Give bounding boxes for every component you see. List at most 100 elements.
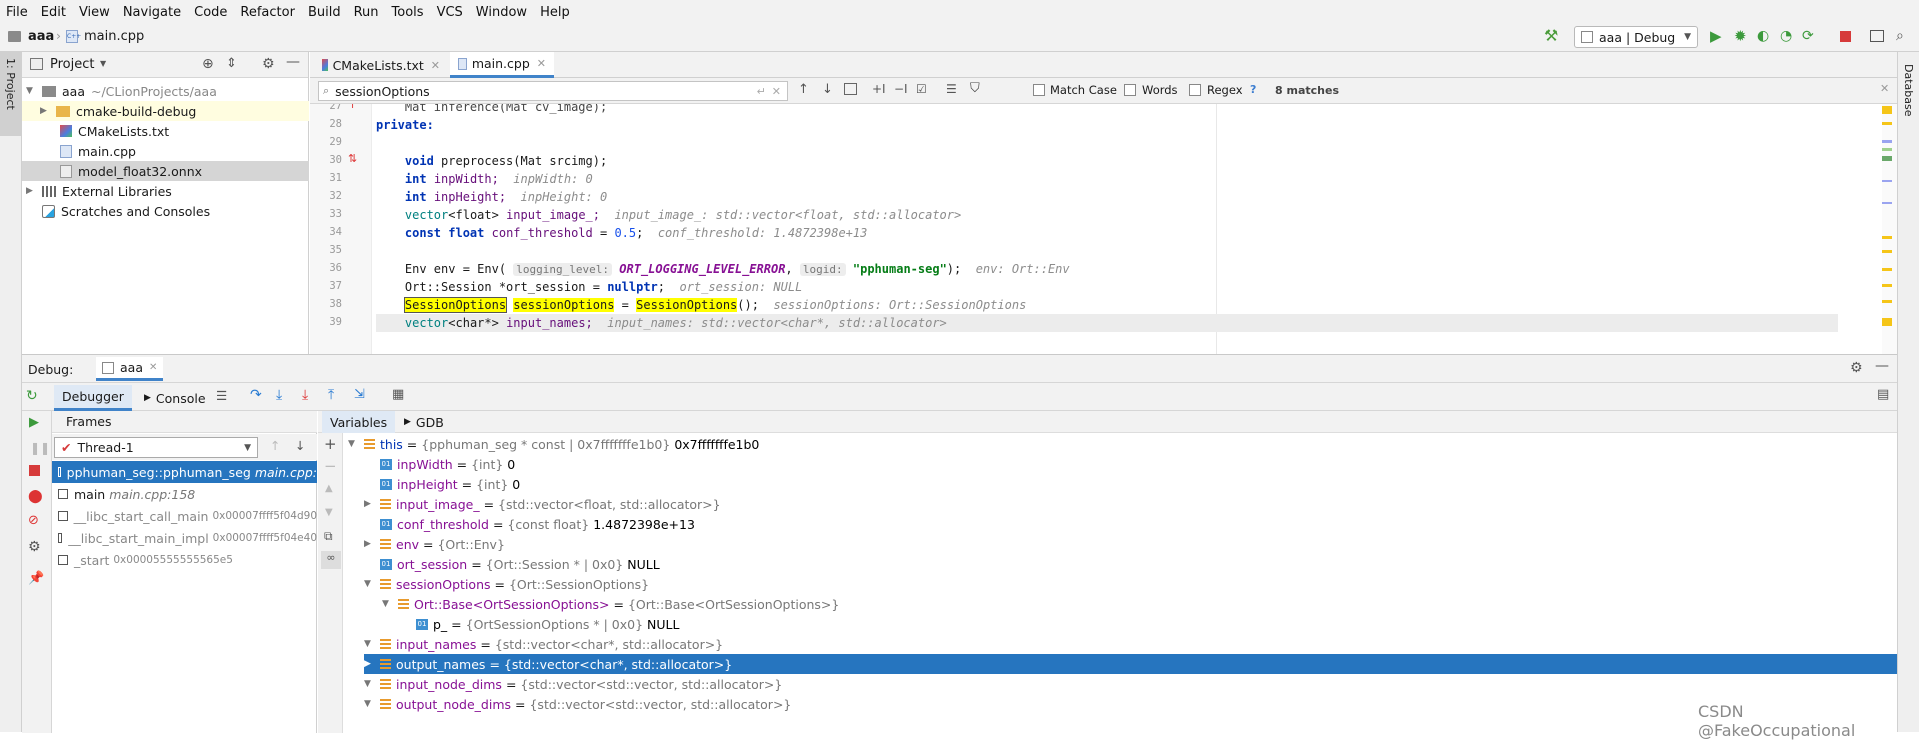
search-icon[interactable]: ⌕ bbox=[1896, 28, 1904, 44]
tab-main-cpp[interactable]: main.cpp ✕ bbox=[450, 52, 554, 78]
variable-row[interactable]: 01 inpHeight = {int} 0 bbox=[364, 474, 520, 494]
search-input[interactable]: ⌕ sessionOptions ↵ ✕ bbox=[318, 81, 788, 101]
close-icon[interactable]: ✕ bbox=[149, 362, 157, 373]
tree-item-model-onnx[interactable]: model_float32.onnx bbox=[22, 161, 309, 181]
minimize-icon[interactable]: — bbox=[1875, 358, 1889, 374]
warning-marker[interactable] bbox=[1882, 250, 1892, 253]
next-occurrence-icon[interactable]: ↓ bbox=[822, 82, 833, 97]
debug-session-tab[interactable]: aaa ✕ bbox=[96, 357, 164, 381]
warning-marker[interactable] bbox=[1882, 284, 1892, 287]
pause-icon[interactable]: ❚❚ bbox=[30, 441, 50, 455]
regex-checkbox[interactable] bbox=[1189, 84, 1201, 96]
variable-row[interactable]: 01 ort_session = {Ort::Session * | 0x0} … bbox=[364, 554, 660, 574]
variable-row[interactable]: ▼ sessionOptions = {Ort::SessionOptions} bbox=[364, 574, 649, 594]
menu-navigate[interactable]: Navigate bbox=[117, 5, 188, 20]
code-editor[interactable]: 27 28 29 30 31 32 33 34 35 36 37 38 39 ↑… bbox=[310, 104, 1897, 380]
menu-code[interactable]: Code bbox=[188, 5, 234, 20]
select-all-occurrences-icon[interactable] bbox=[844, 83, 857, 95]
debug-bug-icon[interactable]: ✹ bbox=[1734, 27, 1747, 45]
override-arrow-icon[interactable]: ↑ bbox=[348, 104, 357, 111]
match-case-checkbox[interactable] bbox=[1033, 84, 1045, 96]
close-icon[interactable]: ✕ bbox=[1880, 82, 1889, 95]
variable-row[interactable]: 01 conf_threshold = {const float} 1.4872… bbox=[364, 514, 695, 534]
override-arrow-icon[interactable]: ⇅ bbox=[348, 152, 357, 165]
previous-occurrence-icon[interactable]: ↑ bbox=[798, 82, 809, 97]
variable-row[interactable]: ▼ this = {pphuman_seg * const | 0x7fffff… bbox=[348, 434, 759, 454]
newline-icon[interactable]: ↵ bbox=[757, 85, 766, 98]
move-down-icon[interactable]: ▼ bbox=[325, 507, 333, 518]
add-watch-icon[interactable]: + bbox=[324, 435, 337, 453]
step-over-icon[interactable]: ↷ bbox=[250, 387, 262, 403]
gear-icon[interactable]: ⚙ bbox=[262, 56, 275, 72]
variable-row[interactable]: ▼ output_node_dims = {std::vector<std::v… bbox=[364, 694, 791, 714]
remove-occurrence-icon[interactable]: −I bbox=[894, 82, 908, 96]
menu-help[interactable]: Help bbox=[534, 5, 577, 20]
menu-run[interactable]: Run bbox=[348, 5, 386, 20]
force-step-into-icon[interactable]: ⤓ bbox=[302, 387, 308, 403]
tab-gdb[interactable]: ▶ GDB bbox=[404, 411, 444, 433]
filter-lines-icon[interactable]: ☰ bbox=[946, 82, 957, 96]
variable-row[interactable]: ▼ Ort::Base<OrtSessionOptions> = {Ort::B… bbox=[382, 594, 839, 614]
collapse-all-icon[interactable]: ⇕ bbox=[226, 56, 237, 71]
warning-marker[interactable] bbox=[1882, 106, 1892, 114]
warning-marker[interactable] bbox=[1882, 122, 1892, 125]
frame-row[interactable]: pphuman_seg::pphuman_seg main.cpp: bbox=[52, 461, 317, 483]
filter-icon[interactable]: ⛉ bbox=[970, 81, 980, 96]
words-checkbox[interactable] bbox=[1124, 84, 1136, 96]
database-tool-tab[interactable]: Database bbox=[1902, 64, 1915, 117]
variable-row[interactable]: ▼ input_names = {std::vector<char*, std:… bbox=[364, 634, 723, 654]
warning-marker[interactable] bbox=[1882, 318, 1892, 326]
warning-marker[interactable] bbox=[1882, 236, 1892, 239]
pin-icon[interactable]: 📌 bbox=[28, 571, 44, 586]
thread-selector[interactable]: ✔ Thread-1 ▼ bbox=[54, 437, 258, 458]
close-icon[interactable]: ✕ bbox=[537, 57, 546, 70]
copy-icon[interactable]: ⧉ bbox=[324, 529, 333, 544]
tree-item-cmake-build-debug[interactable]: ▶ cmake-build-debug bbox=[22, 101, 309, 121]
step-out-icon[interactable]: ⤒ bbox=[328, 387, 334, 403]
marker[interactable] bbox=[1882, 202, 1892, 204]
tab-cmakelists[interactable]: CMakeLists.txt ✕ bbox=[314, 52, 448, 78]
chevron-down-icon[interactable]: ▼ bbox=[100, 59, 106, 68]
clear-icon[interactable]: ✕ bbox=[772, 85, 781, 98]
frame-row[interactable]: _start 0x00005555555565e5 bbox=[52, 549, 317, 571]
stop-icon[interactable] bbox=[29, 465, 40, 476]
marker[interactable] bbox=[1882, 180, 1892, 182]
menu-build[interactable]: Build bbox=[302, 5, 348, 20]
error-stripe[interactable] bbox=[1882, 104, 1897, 380]
run-to-cursor-icon[interactable]: ⇲ bbox=[354, 387, 365, 402]
variable-row[interactable]: ▼ input_node_dims = {std::vector<std::ve… bbox=[364, 674, 782, 694]
glasses-icon[interactable]: ∞ bbox=[321, 551, 341, 569]
variable-row-selected[interactable]: ▶ output_names = {std::vector<char*, std… bbox=[364, 654, 1897, 674]
view-breakpoints-icon[interactable]: ⬤ bbox=[28, 489, 43, 504]
step-into-icon[interactable]: ⤓ bbox=[276, 387, 282, 403]
nav-project[interactable]: aaa bbox=[28, 29, 54, 44]
previous-frame-icon[interactable]: ↑ bbox=[270, 438, 280, 453]
tree-item-cmakelists[interactable]: CMakeLists.txt bbox=[22, 121, 309, 141]
build-hammer-icon[interactable]: ⚒ bbox=[1544, 26, 1558, 45]
tab-debugger[interactable]: Debugger bbox=[54, 385, 132, 411]
layout-icon[interactable]: ▤ bbox=[1877, 387, 1889, 402]
menu-window[interactable]: Window bbox=[470, 5, 534, 20]
menu-edit[interactable]: Edit bbox=[35, 5, 73, 20]
frame-row[interactable]: __libc_start_main_impl 0x00007ffff5f04e4… bbox=[52, 527, 317, 549]
locate-icon[interactable]: ⊕ bbox=[202, 56, 214, 72]
marker[interactable] bbox=[1882, 140, 1892, 143]
gear-icon[interactable]: ⚙ bbox=[1850, 360, 1863, 376]
variable-row[interactable]: 01 inpWidth = {int} 0 bbox=[364, 454, 515, 474]
tree-item-external-libraries[interactable]: ▶ External Libraries bbox=[22, 181, 309, 201]
menu-file[interactable]: File bbox=[0, 5, 35, 20]
add-occurrence-icon[interactable]: +I bbox=[872, 82, 886, 96]
tab-variables[interactable]: Variables bbox=[322, 411, 396, 433]
warning-marker[interactable] bbox=[1882, 268, 1892, 271]
run-config-selector[interactable]: aaa | Debug ▼ bbox=[1574, 26, 1698, 48]
mute-breakpoints-icon[interactable]: ⊘ bbox=[28, 513, 39, 528]
coverage-icon[interactable]: ◐ bbox=[1757, 28, 1769, 44]
frame-row[interactable]: main main.cpp:158 bbox=[52, 483, 317, 505]
variable-row[interactable]: ▶ env = {Ort::Env} bbox=[364, 534, 505, 554]
layout-icon[interactable] bbox=[1870, 30, 1884, 42]
next-frame-icon[interactable]: ↓ bbox=[295, 438, 305, 453]
attach-icon[interactable]: ⟳ bbox=[1802, 28, 1814, 44]
settings-icon[interactable]: ⚙ bbox=[28, 539, 41, 555]
profile-icon[interactable]: ◔ bbox=[1780, 28, 1792, 44]
move-up-icon[interactable]: ▲ bbox=[325, 483, 333, 494]
